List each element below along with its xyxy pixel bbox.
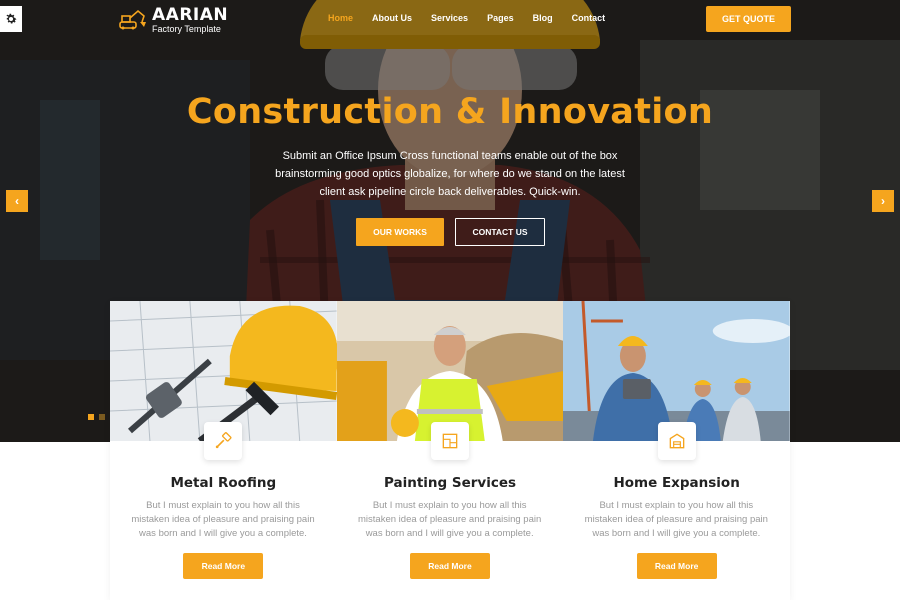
service-image-tools xyxy=(110,301,337,441)
read-more-button[interactable]: Read More xyxy=(636,553,717,579)
brand-logo[interactable]: AARIAN Factory Template xyxy=(118,6,228,34)
service-icon-box xyxy=(430,422,469,460)
slider-prev-button[interactable]: ‹ xyxy=(6,190,28,212)
read-more-button[interactable]: Read More xyxy=(183,553,264,579)
slider-dot-2[interactable] xyxy=(99,414,105,420)
blueprint-icon xyxy=(442,433,458,449)
services-section: Metal Roofing But I must explain to you … xyxy=(110,301,790,600)
service-description: But I must explain to you how all this m… xyxy=(358,500,542,539)
settings-button[interactable] xyxy=(0,6,22,32)
slider-dot-1[interactable] xyxy=(88,414,94,420)
service-title: Painting Services xyxy=(383,475,517,491)
nav-pages[interactable]: Pages xyxy=(487,13,514,23)
slider-next-button[interactable]: › xyxy=(872,190,894,212)
service-card-home-expansion: Home Expansion But I must explain to you… xyxy=(563,301,790,600)
service-icon-box xyxy=(204,422,243,460)
service-description: But I must explain to you how all this m… xyxy=(584,500,768,539)
service-title: Metal Roofing xyxy=(170,475,277,491)
service-card-metal-roofing: Metal Roofing But I must explain to you … xyxy=(110,301,337,600)
nav-about-us[interactable]: About Us xyxy=(372,13,412,23)
roller-brush-icon xyxy=(216,432,232,449)
service-card-painting-services: Painting Services But I must explain to … xyxy=(336,301,564,600)
slider-dots xyxy=(88,414,105,420)
hero-title: Construction & Innovation xyxy=(186,92,714,132)
service-description: But I must explain to you how all this m… xyxy=(131,500,315,539)
building-icon xyxy=(669,433,684,449)
chevron-left-icon: ‹ xyxy=(15,194,19,208)
nav-services[interactable]: Services xyxy=(431,13,468,23)
gear-icon xyxy=(6,13,17,24)
service-image-worker-thumbs-up xyxy=(336,301,564,441)
service-title: Home Expansion xyxy=(613,475,740,491)
brand-tagline: Factory Template xyxy=(152,24,221,34)
hero-description: Submit an Office Ipsum Cross functional … xyxy=(275,150,625,198)
excavator-icon xyxy=(119,9,146,30)
our-works-button[interactable]: OUR WORKS xyxy=(356,218,444,246)
main-nav: Home About Us Services Pages Blog Contac… xyxy=(328,13,624,23)
read-more-button[interactable]: Read More xyxy=(409,553,490,579)
nav-contact[interactable]: Contact xyxy=(572,13,606,23)
service-icon-box xyxy=(657,422,696,460)
get-quote-button[interactable]: GET QUOTE xyxy=(706,6,791,32)
contact-us-button[interactable]: CONTACT US xyxy=(455,218,545,246)
nav-blog[interactable]: Blog xyxy=(533,13,553,23)
brand-name: AARIAN xyxy=(152,5,229,25)
nav-home[interactable]: Home xyxy=(328,13,353,23)
service-image-engineers-team xyxy=(563,301,790,441)
chevron-right-icon: › xyxy=(881,194,885,208)
